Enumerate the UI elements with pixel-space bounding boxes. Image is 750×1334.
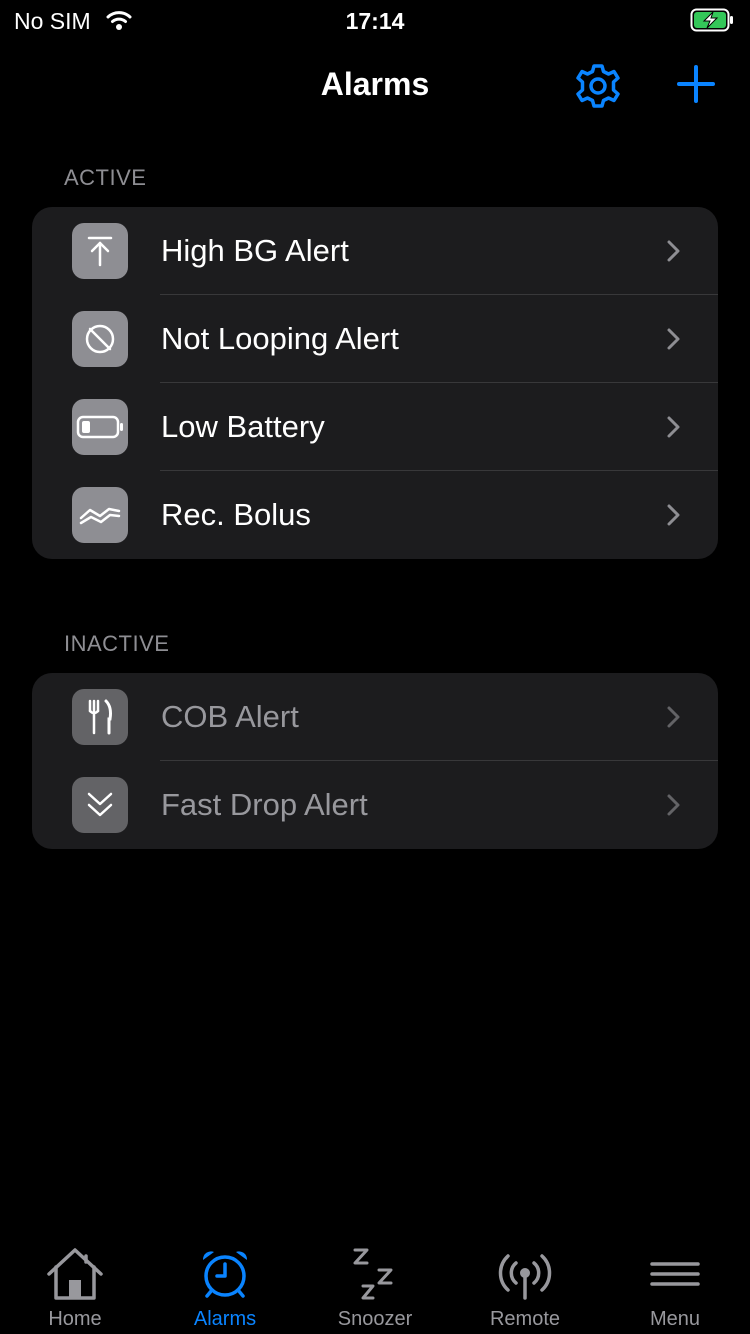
battery-low-icon bbox=[72, 399, 128, 455]
page-title: Alarms bbox=[320, 66, 430, 102]
chevron-right-icon bbox=[666, 415, 682, 444]
tab-label: Remote bbox=[489, 1308, 561, 1330]
tab-label: Alarms bbox=[193, 1308, 257, 1330]
alarm-row-not-looping[interactable]: Not Looping Alert bbox=[32, 295, 718, 383]
alarm-label: Rec. Bolus bbox=[161, 497, 311, 532]
tab-bar: Home Alarms Snoozer Remote Menu bbox=[0, 1232, 750, 1334]
section-header-inactive: INACTIVE bbox=[64, 631, 170, 656]
section-header-active: ACTIVE bbox=[64, 165, 147, 190]
active-alarms-list: High BG Alert Not Looping Alert Low Batt… bbox=[32, 207, 718, 559]
alarm-label: Not Looping Alert bbox=[161, 321, 399, 356]
gear-icon bbox=[572, 64, 624, 116]
menu-icon bbox=[645, 1246, 705, 1302]
house-icon bbox=[45, 1246, 105, 1302]
chevron-right-icon bbox=[666, 503, 682, 532]
chevron-right-icon bbox=[666, 327, 682, 356]
add-alarm-button[interactable] bbox=[674, 62, 718, 106]
circle-slash-icon bbox=[72, 311, 128, 367]
tab-remote[interactable]: Remote bbox=[450, 1232, 600, 1334]
status-bar: No SIM 17:14 bbox=[0, 0, 750, 40]
waveform-icon bbox=[72, 487, 128, 543]
antenna-icon bbox=[495, 1246, 555, 1302]
tab-label: Menu bbox=[649, 1308, 701, 1330]
settings-button[interactable] bbox=[572, 60, 624, 112]
alarm-label: Fast Drop Alert bbox=[161, 787, 368, 822]
arrow-up-to-line-icon bbox=[72, 223, 128, 279]
alarm-label: Low Battery bbox=[161, 409, 325, 444]
tab-alarms[interactable]: Alarms bbox=[150, 1232, 300, 1334]
alarm-row-cob[interactable]: COB Alert bbox=[32, 673, 718, 761]
alarm-row-fast-drop[interactable]: Fast Drop Alert bbox=[32, 761, 718, 849]
chevron-right-icon bbox=[666, 705, 682, 734]
battery-charging-icon bbox=[690, 7, 736, 38]
chevron-right-icon bbox=[666, 793, 682, 822]
tab-home[interactable]: Home bbox=[0, 1232, 150, 1334]
status-time: 17:14 bbox=[345, 8, 405, 34]
plus-icon bbox=[674, 65, 718, 110]
alarm-row-rec-bolus[interactable]: Rec. Bolus bbox=[32, 471, 718, 559]
fork-knife-icon bbox=[72, 689, 128, 745]
chevron-right-icon bbox=[666, 239, 682, 268]
tab-label: Snoozer bbox=[337, 1308, 413, 1330]
alarm-row-low-battery[interactable]: Low Battery bbox=[32, 383, 718, 471]
alarm-row-high-bg[interactable]: High BG Alert bbox=[32, 207, 718, 295]
tab-snoozer[interactable]: Snoozer bbox=[300, 1232, 450, 1334]
zzz-icon bbox=[345, 1246, 405, 1302]
double-chevron-down-icon bbox=[72, 777, 128, 833]
tab-label: Home bbox=[48, 1308, 102, 1330]
alarm-clock-icon bbox=[195, 1246, 255, 1302]
inactive-alarms-list: COB Alert Fast Drop Alert bbox=[32, 673, 718, 849]
tab-menu[interactable]: Menu bbox=[600, 1232, 750, 1334]
alarm-label: COB Alert bbox=[161, 699, 299, 734]
alarm-label: High BG Alert bbox=[161, 233, 349, 268]
